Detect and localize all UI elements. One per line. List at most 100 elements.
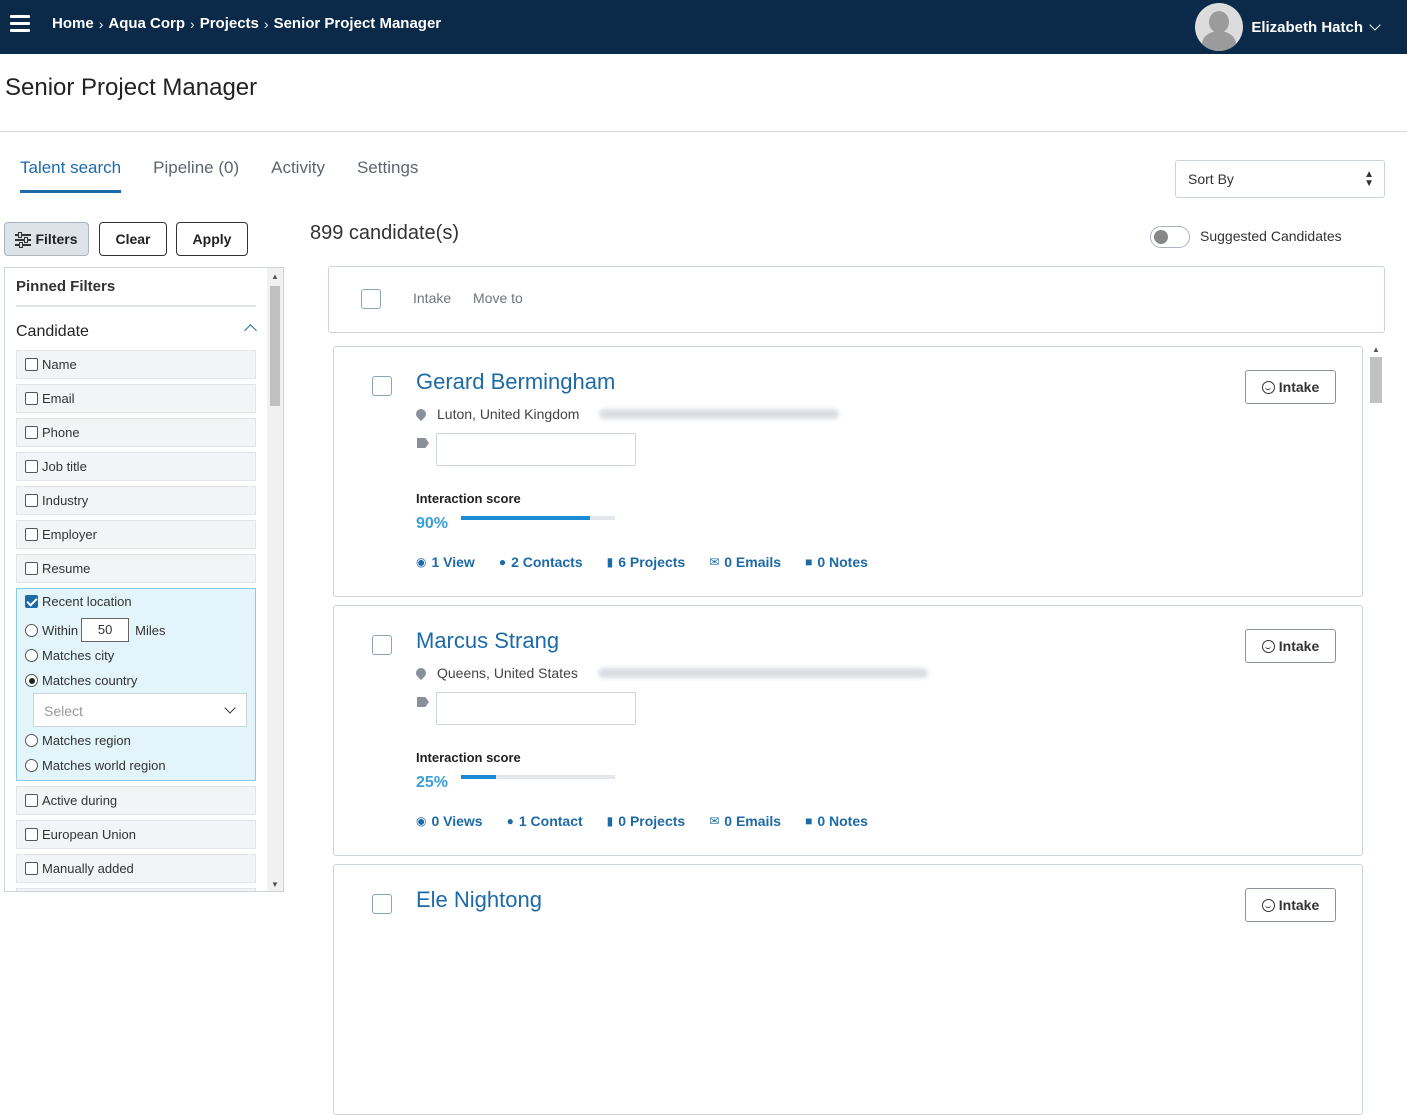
intake-button[interactable]: Intake: [1245, 629, 1336, 663]
checkbox[interactable]: [25, 358, 38, 371]
contacts-link[interactable]: ● 1 Contact: [507, 813, 583, 829]
tag-input[interactable]: [436, 692, 636, 725]
select-all-checkbox[interactable]: [361, 289, 381, 309]
projects-link[interactable]: ▮ 6 Projects: [607, 554, 686, 570]
filter-label: Name: [42, 357, 77, 372]
tab-settings[interactable]: Settings: [357, 158, 418, 193]
radio[interactable]: [25, 734, 38, 747]
sort-arrows-icon: ▲ ▼: [1364, 169, 1374, 189]
scroll-down-icon[interactable]: ▼: [271, 880, 279, 889]
filter-more[interactable]: [16, 888, 256, 891]
within-option[interactable]: Within 50 Miles: [25, 618, 165, 642]
scrollbar-thumb[interactable]: [1370, 357, 1382, 403]
filter-active-during[interactable]: Active during: [16, 786, 256, 815]
checkbox[interactable]: [25, 595, 38, 608]
redacted-email: [599, 409, 840, 419]
suggested-candidates-toggle[interactable]: [1150, 226, 1190, 248]
views-link[interactable]: ◉ 1 View: [416, 554, 475, 570]
emails-link[interactable]: ✉ 0 Emails: [709, 813, 781, 829]
sort-select[interactable]: Sort By ▲ ▼: [1175, 160, 1385, 198]
scroll-up-icon[interactable]: ▲: [1372, 345, 1380, 354]
stat-text: 2 Contacts: [511, 554, 583, 570]
tab-pipeline[interactable]: Pipeline (0): [153, 158, 239, 193]
candidate-name[interactable]: Marcus Strang: [416, 628, 559, 654]
filter-manually-added[interactable]: Manually added: [16, 854, 256, 883]
views-link[interactable]: ◉ 0 Views: [416, 813, 483, 829]
results-scrollbar[interactable]: ▲: [1369, 345, 1383, 898]
matches-world-region-option[interactable]: Matches world region: [25, 758, 166, 773]
recent-location-toggle[interactable]: Recent location: [25, 594, 132, 609]
option-label: Matches world region: [42, 758, 166, 773]
filter-employer[interactable]: Employer: [16, 520, 256, 549]
scrollbar-thumb[interactable]: [270, 286, 280, 406]
candidate-section-heading[interactable]: Candidate: [16, 323, 89, 341]
tag-input[interactable]: [436, 433, 636, 466]
candidate-checkbox[interactable]: [372, 376, 392, 396]
intake-button[interactable]: Intake: [1245, 370, 1336, 404]
checkbox[interactable]: [25, 828, 38, 841]
user-menu[interactable]: Elizabeth Hatch: [1195, 0, 1381, 54]
filter-label: Employer: [42, 527, 97, 542]
notes-link[interactable]: ■ 0 Notes: [805, 813, 868, 829]
within-label: Within: [42, 622, 79, 638]
breadcrumb-projects[interactable]: Projects: [200, 15, 259, 32]
smile-icon: [1261, 639, 1275, 653]
filter-phone[interactable]: Phone: [16, 418, 256, 447]
apply-button[interactable]: Apply: [176, 222, 248, 256]
radio[interactable]: [25, 674, 38, 687]
bulk-intake-button[interactable]: Intake: [413, 290, 451, 306]
candidate-checkbox[interactable]: [372, 635, 392, 655]
menu-icon[interactable]: [10, 15, 30, 33]
radio[interactable]: [25, 649, 38, 662]
matches-city-option[interactable]: Matches city: [25, 648, 114, 663]
tab-bar: Talent search Pipeline (0) Activity Sett…: [20, 158, 450, 193]
filter-industry[interactable]: Industry: [16, 486, 256, 515]
clear-button[interactable]: Clear: [99, 222, 167, 256]
checkbox[interactable]: [25, 562, 38, 575]
envelope-icon: ✉: [709, 814, 720, 828]
tab-talent-search[interactable]: Talent search: [20, 158, 122, 193]
candidate-checkbox[interactable]: [372, 894, 392, 914]
avatar: [1195, 3, 1244, 51]
candidate-name[interactable]: Ele Nightong: [416, 887, 542, 913]
candidate-location: Luton, United Kingdom: [413, 406, 840, 422]
filter-email[interactable]: Email: [16, 384, 256, 413]
filter-european-union[interactable]: European Union: [16, 820, 256, 849]
tab-activity[interactable]: Activity: [271, 158, 325, 193]
scroll-up-icon[interactable]: ▲: [271, 272, 279, 281]
filter-job-title[interactable]: Job title: [16, 452, 256, 481]
filter-name[interactable]: Name: [16, 350, 256, 379]
checkbox[interactable]: [25, 392, 38, 405]
checkbox[interactable]: [25, 426, 38, 439]
stat-text: 0 Emails: [724, 813, 782, 829]
checkbox[interactable]: [25, 528, 38, 541]
contacts-link[interactable]: ● 2 Contacts: [499, 554, 583, 570]
checkbox[interactable]: [25, 494, 38, 507]
filters-button[interactable]: Filters: [4, 222, 89, 256]
country-select[interactable]: Select: [33, 693, 247, 727]
breadcrumb-home[interactable]: Home: [52, 15, 94, 32]
user-icon: ●: [506, 814, 514, 828]
candidate-name[interactable]: Gerard Bermingham: [416, 369, 615, 395]
select-placeholder: Select: [44, 703, 83, 719]
candidate-count: 899 candidate(s): [310, 222, 459, 244]
matches-region-option[interactable]: Matches region: [25, 733, 131, 748]
breadcrumb-company[interactable]: Aqua Corp: [108, 15, 185, 32]
radio[interactable]: [25, 759, 38, 772]
miles-label: Miles: [135, 622, 166, 638]
emails-link[interactable]: ✉ 0 Emails: [709, 554, 781, 570]
miles-input[interactable]: 50: [81, 618, 130, 642]
suggested-candidates-label: Suggested Candidates: [1200, 228, 1342, 244]
radio[interactable]: [25, 623, 38, 637]
notes-link[interactable]: ■ 0 Notes: [805, 554, 868, 570]
checkbox[interactable]: [25, 862, 38, 875]
filter-resume[interactable]: Resume: [16, 554, 256, 583]
intake-button[interactable]: Intake: [1245, 888, 1336, 922]
chevron-up-icon[interactable]: [244, 324, 257, 337]
bulk-move-to-button[interactable]: Move to: [473, 290, 523, 306]
checkbox[interactable]: [25, 794, 38, 807]
filter-scrollbar[interactable]: ▲ ▼: [267, 268, 283, 891]
checkbox[interactable]: [25, 460, 38, 473]
matches-country-option[interactable]: Matches country: [25, 673, 137, 688]
projects-link[interactable]: ▮ 0 Projects: [607, 813, 686, 829]
